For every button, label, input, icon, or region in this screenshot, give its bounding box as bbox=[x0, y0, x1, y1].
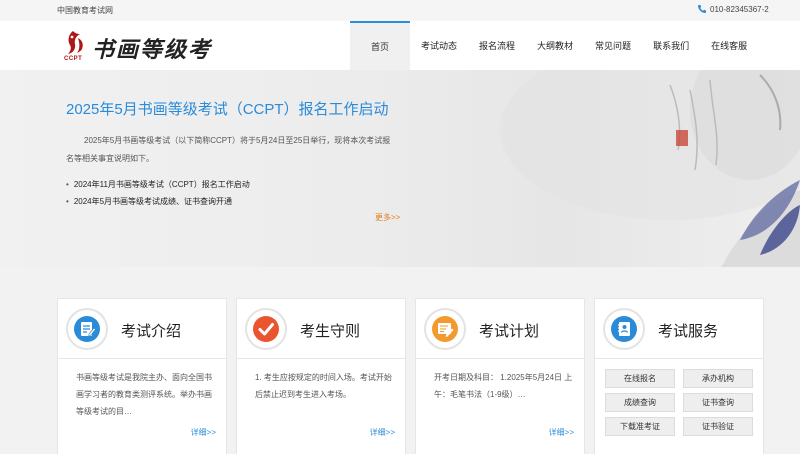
site-name-link[interactable]: 中国教育考试网 bbox=[57, 5, 113, 16]
banner-news-list: 2024年11月书画等级考试（CCPT）报名工作启动 2024年5月书画等级考试… bbox=[66, 176, 250, 210]
nav-home[interactable]: 首页 bbox=[350, 21, 410, 70]
phone-contact: 010-82345367-2 bbox=[697, 4, 769, 14]
icon-circle bbox=[603, 308, 645, 350]
info-cards: 考试介绍 书画等级考试是我院主办、面向全国书画学习者的教育类测评系统。举办书画等… bbox=[57, 298, 764, 454]
certificate-query-button[interactable]: 证书查询 bbox=[683, 393, 753, 412]
service-buttons: 在线报名 承办机构 成绩查询 证书查询 下载准考证 证书验证 bbox=[605, 369, 755, 436]
detail-link[interactable]: 详细>> bbox=[549, 427, 574, 438]
card-body: 1. 考生应按规定的时间入场。考试开始后禁止迟到考生进入考场。 bbox=[255, 373, 392, 399]
icon-circle bbox=[424, 308, 466, 350]
phone-icon bbox=[698, 5, 706, 13]
nav-contact[interactable]: 联系我们 bbox=[642, 21, 700, 70]
download-admission-ticket-button[interactable]: 下载准考证 bbox=[605, 417, 675, 436]
news-link[interactable]: 2024年5月书画等级考试成绩、证书查询开通 bbox=[66, 193, 250, 210]
nav-faq[interactable]: 常见问题 bbox=[584, 21, 642, 70]
banner-headline[interactable]: 2025年5月书画等级考试（CCPT）报名工作启动 bbox=[66, 98, 389, 119]
card-body: 书画等级考试是我院主办、面向全国书画学习者的教育类测评系统。举办书画等级考试的目… bbox=[76, 373, 212, 416]
logo-mark-text: CCPT bbox=[64, 56, 83, 62]
header: CCPT 书画等级考试 首页 考试动态 报名流程 大纲教材 常见问题 联系我们 … bbox=[0, 21, 800, 95]
plan-edit-icon bbox=[432, 316, 458, 342]
card-exam-plan: 考试计划 开考日期及科目： 1.2025年5月24日 上午：毛笔书法（1-9级）… bbox=[415, 298, 585, 454]
checkmark-icon bbox=[253, 316, 279, 342]
host-institutions-button[interactable]: 承办机构 bbox=[683, 369, 753, 388]
card-header: 考试服务 bbox=[595, 299, 763, 359]
site-logo[interactable]: CCPT 书画等级考试 bbox=[64, 28, 224, 95]
phone-number: 010-82345367-2 bbox=[710, 4, 769, 14]
card-header: 考生守则 bbox=[237, 299, 405, 359]
more-news-link[interactable]: 更多>> bbox=[375, 212, 400, 223]
detail-link[interactable]: 详细>> bbox=[191, 427, 216, 438]
card-title: 考试计划 bbox=[479, 323, 540, 340]
news-banner: 2025年5月书画等级考试（CCPT）报名工作启动 2025年5月书画等级考试（… bbox=[0, 70, 800, 267]
card-title: 考试介绍 bbox=[121, 323, 182, 340]
nav-exam-news[interactable]: 考试动态 bbox=[410, 21, 468, 70]
card-exam-intro: 考试介绍 书画等级考试是我院主办、面向全国书画学习者的教育类测评系统。举办书画等… bbox=[57, 298, 227, 454]
certificate-verify-button[interactable]: 证书验证 bbox=[683, 417, 753, 436]
icon-circle bbox=[66, 308, 108, 350]
detail-link[interactable]: 详细>> bbox=[370, 427, 395, 438]
main-nav: 首页 考试动态 报名流程 大纲教材 常见问题 联系我们 在线客服 bbox=[350, 21, 758, 70]
contact-book-icon bbox=[611, 316, 637, 342]
online-registration-button[interactable]: 在线报名 bbox=[605, 369, 675, 388]
ink-painting-background bbox=[500, 70, 800, 267]
top-bar: 中国教育考试网 010-82345367-2 bbox=[0, 0, 800, 21]
document-edit-icon bbox=[74, 316, 100, 342]
card-header: 考试介绍 bbox=[58, 299, 226, 359]
nav-online-service[interactable]: 在线客服 bbox=[700, 21, 758, 70]
nav-registration-process[interactable]: 报名流程 bbox=[468, 21, 526, 70]
card-title: 考生守则 bbox=[300, 323, 361, 340]
banner-description: 2025年5月书画等级考试（以下简称CCPT）将于5月24日至25日举行，现将本… bbox=[66, 136, 391, 163]
news-link[interactable]: 2024年11月书画等级考试（CCPT）报名工作启动 bbox=[66, 176, 250, 193]
card-header: 考试计划 bbox=[416, 299, 584, 359]
nav-syllabus[interactable]: 大纲教材 bbox=[526, 21, 584, 70]
card-title: 考试服务 bbox=[658, 323, 719, 340]
icon-circle bbox=[245, 308, 287, 350]
card-candidate-rules: 考生守则 1. 考生应按规定的时间入场。考试开始后禁止迟到考生进入考场。 详细>… bbox=[236, 298, 406, 454]
score-query-button[interactable]: 成绩查询 bbox=[605, 393, 675, 412]
card-body: 开考日期及科目： 1.2025年5月24日 上午：毛笔书法（1-9级）… bbox=[434, 373, 573, 399]
card-exam-service: 考试服务 在线报名 承办机构 成绩查询 证书查询 下载准考证 证书验证 bbox=[594, 298, 764, 454]
